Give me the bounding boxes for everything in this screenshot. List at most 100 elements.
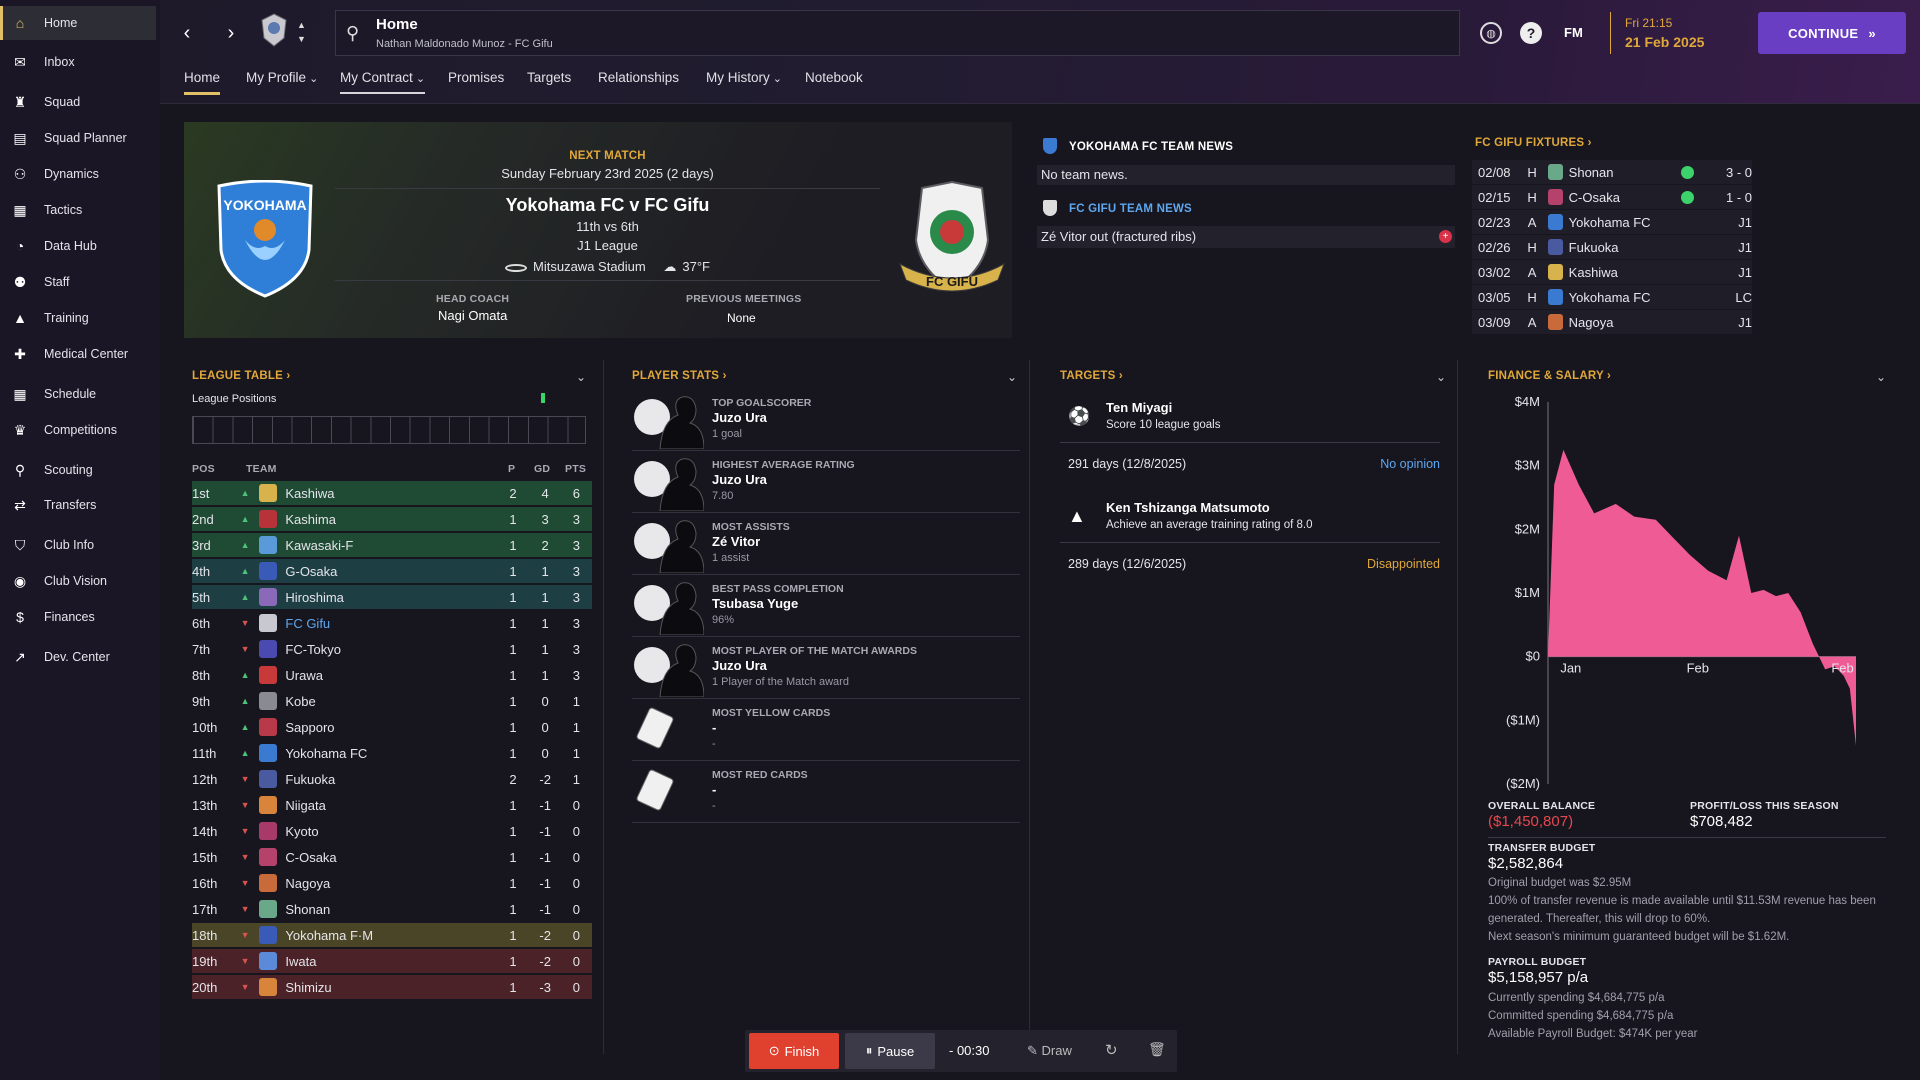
sidebar-item-staff[interactable]: ⚉ Staff [0, 265, 156, 299]
sidebar-item-home[interactable]: ⌂ Home [0, 6, 156, 40]
league-table-row[interactable]: 18th ▼ Yokohama F·M 1 -2 0 [192, 923, 592, 947]
fixture-row[interactable]: 02/23 A Yokohama FC J1 [1472, 210, 1752, 234]
league-table-row[interactable]: 3rd ▲ Kawasaki-F 1 2 3 [192, 533, 592, 557]
sidebar-item-squad[interactable]: ♜ Squad [0, 85, 156, 119]
targets-header[interactable]: TARGETS › [1060, 370, 1123, 382]
stat-player[interactable]: Juzo Ura [712, 472, 767, 487]
player-stat-item[interactable]: MOST PLAYER OF THE MATCH AWARDS Juzo Ura 1… [632, 639, 1020, 699]
team-name[interactable]: Kashiwa [285, 486, 496, 501]
continue-button[interactable]: CONTINUE » [1758, 12, 1906, 54]
league-table-row[interactable]: 11th ▲ Yokohama FC 1 0 1 [192, 741, 592, 765]
gifu-news-item[interactable]: Zé Vitor out (fractured ribs) [1037, 226, 1455, 248]
league-table-row[interactable]: 2nd ▲ Kashima 1 3 3 [192, 507, 592, 531]
fm-button[interactable]: FM [1564, 25, 1583, 40]
sidebar-item-tactics[interactable]: ▦ Tactics [0, 193, 156, 227]
league-table-header[interactable]: LEAGUE TABLE › [192, 370, 290, 382]
sidebar-item-medical-center[interactable]: ✚ Medical Center [0, 337, 156, 371]
league-table-row[interactable]: 12th ▼ Fukuoka 2 -2 1 [192, 767, 592, 791]
league-table-row[interactable]: 13th ▼ Niigata 1 -1 0 [192, 793, 592, 817]
draw-button[interactable]: ✎ Draw [1027, 1043, 1072, 1059]
sidebar-item-transfers[interactable]: ⇄ Transfers [0, 488, 156, 522]
team-name[interactable]: FC-Tokyo [285, 642, 496, 657]
player-stat-item[interactable]: TOP GOALSCORER Juzo Ura 1 goal [632, 391, 1020, 451]
target-player[interactable]: Ten Miyagi [1106, 400, 1172, 415]
team-name[interactable]: Urawa [285, 668, 496, 683]
team-name[interactable]: Kyoto [285, 824, 496, 839]
fixture-opponent[interactable]: Kashiwa [1569, 265, 1679, 280]
tab-notebook[interactable]: Notebook [805, 70, 863, 85]
team-name[interactable]: Yokohama F·M [285, 928, 496, 943]
trash-icon[interactable]: 🗑 [1148, 1041, 1166, 1058]
player-stat-item[interactable]: MOST ASSISTS Zé Vitor 1 assist [632, 515, 1020, 575]
player-stat-item[interactable]: MOST RED CARDS - - [632, 763, 1020, 823]
finance-collapse-icon[interactable]: ⌄ [1876, 370, 1886, 384]
sidebar-item-club-info[interactable]: ⛉ Club Info [0, 528, 156, 562]
finance-header[interactable]: FINANCE & SALARY › [1488, 370, 1611, 382]
tab-relationships[interactable]: Relationships [598, 70, 679, 85]
league-table-row[interactable]: 1st ▲ Kashiwa 2 4 6 [192, 481, 592, 505]
sidebar-item-schedule[interactable]: ▦ Schedule [0, 377, 156, 411]
club-switch-arrows[interactable]: ▲ ▼ [297, 18, 306, 46]
sidebar-item-competitions[interactable]: ♛ Competitions [0, 413, 156, 447]
date-display[interactable]: Fri 21:15 21 Feb 2025 [1610, 12, 1742, 54]
tab-home[interactable]: Home [184, 70, 221, 95]
league-table-row[interactable]: 4th ▲ G-Osaka 1 1 3 [192, 559, 592, 583]
player-stats-collapse-icon[interactable]: ⌄ [1007, 370, 1017, 384]
player-stats-header[interactable]: PLAYER STATS › [632, 370, 727, 382]
league-table-row[interactable]: 7th ▼ FC-Tokyo 1 1 3 [192, 637, 592, 661]
team-name[interactable]: C-Osaka [285, 850, 496, 865]
tab-promises[interactable]: Promises [448, 70, 504, 85]
league-table-row[interactable]: 8th ▲ Urawa 1 1 3 [192, 663, 592, 687]
sidebar-item-dev-center[interactable]: ↗ Dev. Center [0, 640, 156, 674]
league-table-collapse-icon[interactable]: ⌄ [576, 370, 586, 384]
stat-player[interactable]: Zé Vitor [712, 534, 760, 549]
team-name[interactable]: Kobe [285, 694, 496, 709]
sidebar-item-training[interactable]: ▲ Training [0, 301, 156, 335]
sidebar-item-data-hub[interactable]: ◔ Data Hub [0, 229, 156, 263]
fixture-row[interactable]: 03/05 H Yokohama FC LC [1472, 285, 1752, 309]
search-bar[interactable]: ⚲ Home Nathan Maldonado Munoz - FC Gifu [335, 10, 1460, 56]
league-table-row[interactable]: 15th ▼ C-Osaka 1 -1 0 [192, 845, 592, 869]
stat-player[interactable]: Juzo Ura [712, 410, 767, 425]
league-table-row[interactable]: 9th ▲ Kobe 1 0 1 [192, 689, 592, 713]
sidebar-item-dynamics[interactable]: ⚇ Dynamics [0, 157, 156, 191]
fixtures-header[interactable]: FC GIFU FIXTURES › [1475, 137, 1592, 149]
stat-player[interactable]: Tsubasa Yuge [712, 596, 798, 611]
fixture-opponent[interactable]: Nagoya [1569, 315, 1679, 330]
team-name[interactable]: Iwata [285, 954, 496, 969]
target-player[interactable]: Ken Tshizanga Matsumoto [1106, 500, 1270, 515]
fixture-row[interactable]: 02/08 H Shonan 3 - 0 [1472, 160, 1752, 184]
club-crest-switcher[interactable] [260, 12, 288, 48]
team-name[interactable]: Kawasaki-F [285, 538, 496, 553]
team-name[interactable]: Kashima [285, 512, 496, 527]
help-icon[interactable]: ? [1520, 22, 1542, 44]
finish-button[interactable]: ⊙ Finish [749, 1033, 839, 1069]
fixture-opponent[interactable]: Fukuoka [1569, 240, 1679, 255]
team-name[interactable]: G-Osaka [285, 564, 496, 579]
targets-collapse-icon[interactable]: ⌄ [1436, 370, 1446, 384]
fixture-opponent[interactable]: C-Osaka [1569, 190, 1679, 205]
player-stat-item[interactable]: BEST PASS COMPLETION Tsubasa Yuge 96% [632, 577, 1020, 637]
team-name[interactable]: Shonan [285, 902, 496, 917]
league-table-row[interactable]: 17th ▼ Shonan 1 -1 0 [192, 897, 592, 921]
league-table-row[interactable]: 5th ▲ Hiroshima 1 1 3 [192, 585, 592, 609]
fixture-opponent[interactable]: Shonan [1569, 165, 1679, 180]
refresh-icon[interactable]: ↻ [1105, 1041, 1118, 1059]
league-table-row[interactable]: 10th ▲ Sapporo 1 0 1 [192, 715, 592, 739]
team-name[interactable]: Fukuoka [285, 772, 496, 787]
team-name[interactable]: Nagoya [285, 876, 496, 891]
sidebar-item-inbox[interactable]: ✉ Inbox [0, 45, 156, 79]
fixture-row[interactable]: 03/09 A Nagoya J1 [1472, 310, 1752, 334]
league-table-row[interactable]: 19th ▼ Iwata 1 -2 0 [192, 949, 592, 973]
target-item[interactable]: ⚽ Ten Miyagi Score 10 league goals 291 days… [1060, 396, 1440, 486]
tab-my-profile[interactable]: My Profile ⌄ [246, 70, 318, 85]
fixture-row[interactable]: 03/02 A Kashiwa J1 [1472, 260, 1752, 284]
team-name[interactable]: Shimizu [285, 980, 496, 995]
forward-button[interactable]: › [216, 18, 246, 48]
team-name[interactable]: FC Gifu [285, 616, 496, 631]
team-name[interactable]: Niigata [285, 798, 496, 813]
back-button[interactable]: ‹ [172, 18, 202, 48]
league-table-row[interactable]: 6th ▼ FC Gifu 1 1 3 [192, 611, 592, 635]
stat-player[interactable]: Juzo Ura [712, 658, 767, 673]
player-stat-item[interactable]: MOST YELLOW CARDS - - [632, 701, 1020, 761]
